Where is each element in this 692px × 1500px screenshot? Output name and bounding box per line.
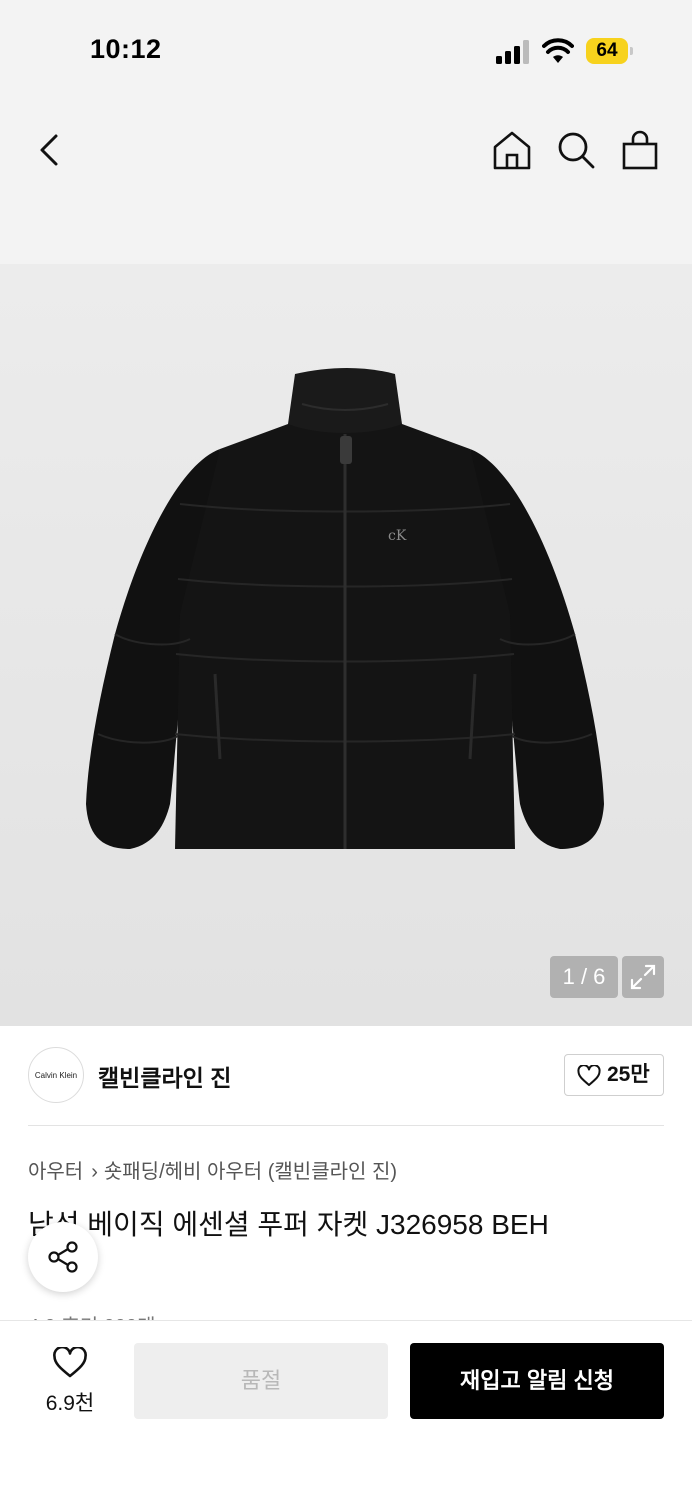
back-button[interactable] [28,128,72,172]
breadcrumb: 아우터 › 숏패딩/헤비 아우터 (캘빈클라인 진) [28,1155,397,1184]
breadcrumb-item[interactable]: 숏패딩/헤비 아우터 (캘빈클라인 진) [104,1161,397,1183]
breadcrumb-item[interactable]: 아우터 [28,1161,83,1183]
share-button[interactable] [28,1222,98,1292]
search-button[interactable] [554,128,598,172]
wifi-icon [542,38,574,63]
battery-level: 64 [596,40,618,61]
battery-indicator: 64 [586,38,633,64]
share-icon [48,1241,78,1273]
home-icon [493,131,531,170]
heart-icon [577,1065,601,1086]
cart-button[interactable] [618,128,662,172]
expand-button[interactable] [622,956,664,998]
expand-icon [630,964,656,990]
brand-name[interactable]: 캘빈클라인 진 [98,1059,231,1093]
chevron-left-icon [40,134,58,166]
bottom-action-bar: 6.9천 품절 재입고 알림 신청 [0,1320,692,1500]
brand-like-button[interactable]: 25만 [564,1054,664,1096]
status-time: 10:12 [90,34,162,64]
brand-logo[interactable]: Calvin Klein [28,1047,84,1103]
home-button[interactable] [490,128,534,172]
shopping-bag-icon [622,130,658,170]
sold-out-button[interactable]: 품절 [134,1343,388,1419]
product-image-gallery[interactable]: cK 1 / 6 [0,264,692,1026]
restock-alert-button[interactable]: 재입고 알림 신청 [410,1343,664,1419]
chevron-right-icon: › [91,1161,98,1183]
product-image: cK [86,368,604,849]
brand-like-count: 25만 [607,1063,650,1086]
product-title: 남성 베이직 에센셜 푸퍼 자켓 J326958 BEH [28,1209,549,1240]
wishlist-count: 6.9천 [45,1392,95,1415]
svg-text:cK: cK [388,528,407,544]
divider [28,1125,664,1126]
image-counter: 1 / 6 [550,956,618,998]
status-bar: 10:12 64 [0,0,692,100]
cellular-signal-icon [496,40,529,64]
wishlist-button[interactable]: 6.9천 [30,1345,110,1415]
search-icon [558,132,595,169]
top-nav-bar [0,100,692,264]
heart-icon [53,1347,87,1378]
